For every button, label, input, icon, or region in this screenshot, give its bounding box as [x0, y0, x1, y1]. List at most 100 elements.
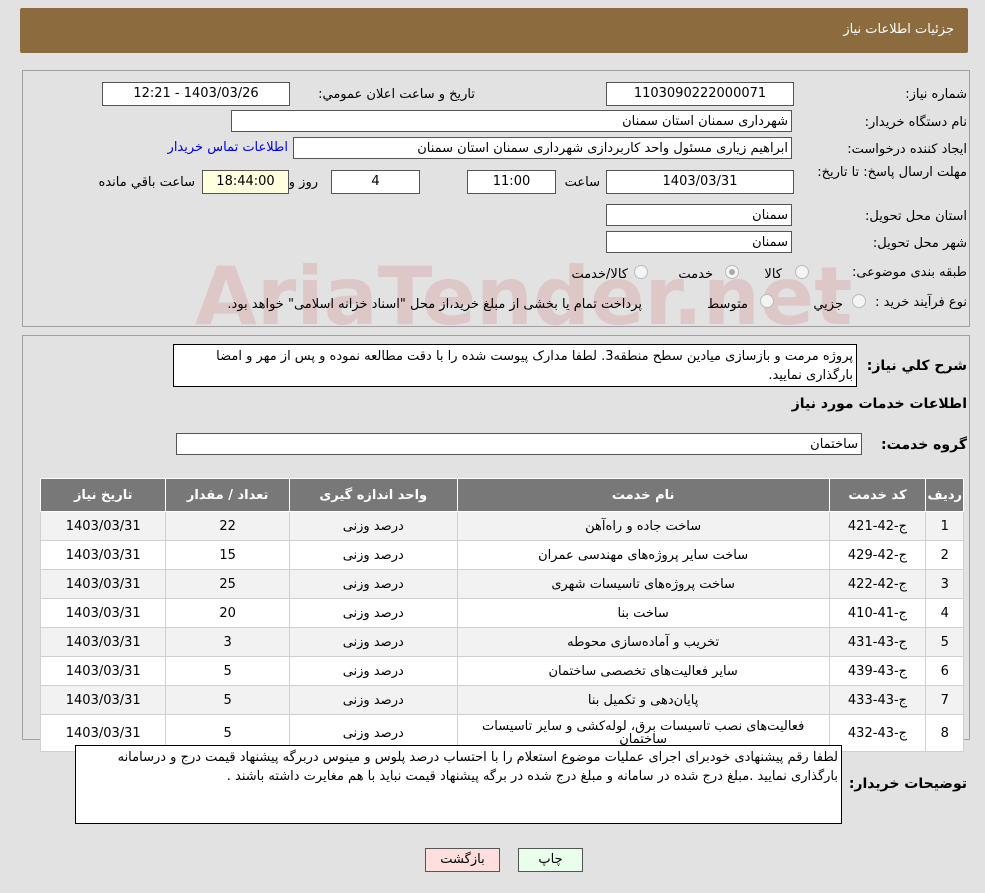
- table-row: 2 ج-42-429 ساخت سایر پروژه‌های مهندسی عمرا…: [39, 540, 964, 570]
- table-cell: 1403/03/31: [39, 656, 167, 686]
- table-cell: 1403/03/31: [39, 598, 167, 628]
- table-header-row: ردیف کد خدمت نام خدمت واحد اندازه گیری تعداد…: [39, 478, 964, 512]
- time-label: ساعت: [564, 175, 600, 190]
- page-header: جزئیات اطلاعات نیاز: [20, 8, 968, 53]
- province-label: استان محل تحویل:: [865, 209, 967, 224]
- process-radio-minor[interactable]: [852, 294, 866, 308]
- process-note: پرداخت تمام یا بخشی از مبلغ خرید،از محل …: [227, 297, 642, 312]
- table-cell: 1403/03/31: [39, 627, 167, 657]
- table-cell: 1403/03/31: [39, 511, 167, 541]
- days-label: روز و: [288, 175, 318, 190]
- table-cell: 1403/03/31: [39, 685, 167, 715]
- category-option-goods-service: کالا/خدمت: [571, 267, 628, 282]
- category-option-service: خدمت: [678, 267, 713, 282]
- table-cell: درصد وزنی: [288, 569, 458, 599]
- table-cell: سایر فعالیت‌های تخصصی ساختمان: [456, 656, 830, 686]
- table-cell: ج-42-422: [828, 569, 927, 599]
- category-radio-goods-service[interactable]: [634, 265, 648, 279]
- table-cell: ساخت جاده و راه‌آهن: [456, 511, 830, 541]
- table-cell: 5: [165, 656, 290, 686]
- buyer-notes-textarea[interactable]: لطفا رقم پیشنهادی خودبرای اجرای عملیات م…: [75, 745, 842, 824]
- column-header: واحد اندازه گیری: [288, 478, 458, 512]
- need-number-label: شماره نیاز:: [905, 87, 967, 102]
- table-row: 3 ج-42-422 ساخت پروژه‌های تاسیسات شهری درصد…: [39, 569, 964, 599]
- column-header: نام خدمت: [456, 478, 830, 512]
- description-label: شرح کلي نیاز:: [866, 358, 967, 374]
- table-cell: ج-43-431: [828, 627, 927, 657]
- table-row: 1 ج-42-421 ساخت جاده و راه‌آهن درصد وزنی 22 1…: [39, 511, 964, 541]
- table-cell: 1403/03/31: [39, 540, 167, 570]
- announce-label: تاریخ و ساعت اعلان عمومي:: [318, 87, 475, 102]
- need-number-field: 1103090222000071: [606, 82, 794, 106]
- table-cell: 20: [165, 598, 290, 628]
- process-radio-medium[interactable]: [760, 294, 774, 308]
- table-cell: 22: [165, 511, 290, 541]
- days-field: 4: [331, 170, 420, 194]
- process-option-medium: متوسط: [707, 297, 748, 312]
- page-title: جزئیات اطلاعات نیاز: [843, 22, 954, 37]
- column-header: کد خدمت: [828, 478, 927, 512]
- table-cell: 1: [925, 511, 964, 541]
- table-cell: 15: [165, 540, 290, 570]
- table-cell: 4: [925, 598, 964, 628]
- table-cell: ج-43-439: [828, 656, 927, 686]
- buyer-contact-link[interactable]: اطلاعات تماس خریدار: [168, 140, 288, 155]
- remaining-time-field: 18:44:00: [202, 170, 289, 194]
- creator-label: ایجاد کننده درخواست:: [847, 142, 967, 157]
- service-group-field: ساختمان: [176, 433, 862, 455]
- creator-field: ابراهیم زیاری مسئول واحد کاربردازی شهردا…: [293, 137, 792, 159]
- table-cell: درصد وزنی: [288, 656, 458, 686]
- remaining-label: ساعت باقي مانده: [98, 175, 195, 190]
- table-row: 6 ج-43-439 سایر فعالیت‌های تخصصی ساختمان در…: [39, 656, 964, 686]
- table-cell: 6: [925, 656, 964, 686]
- buyer-org-label: نام دستگاه خریدار:: [864, 115, 967, 130]
- table-row: 7 ج-43-433 پایان‌دهی و تکمیل بنا درصد وزنی 5…: [39, 685, 964, 715]
- table-cell: درصد وزنی: [288, 511, 458, 541]
- table-cell: 3: [925, 569, 964, 599]
- table-cell: ساخت بنا: [456, 598, 830, 628]
- table-cell: ج-42-429: [828, 540, 927, 570]
- table-cell: 5: [165, 685, 290, 715]
- category-radio-service[interactable]: [725, 265, 739, 279]
- deadline-date-field: 1403/03/31: [606, 170, 794, 194]
- process-label: نوع فرآیند خرید :: [875, 295, 967, 310]
- table-cell: 1403/03/31: [39, 569, 167, 599]
- print-button[interactable]: چاپ: [518, 848, 583, 872]
- table-cell: تخریب و آماده‌سازی محوطه: [456, 627, 830, 657]
- services-table: ردیف کد خدمت نام خدمت واحد اندازه گیری تعداد…: [39, 478, 964, 752]
- deadline-label: مهلت ارسال پاسخ: تا تاریخ:: [817, 165, 967, 180]
- table-cell: درصد وزنی: [288, 598, 458, 628]
- province-field: سمنان: [606, 204, 792, 226]
- process-option-minor: جزيي: [813, 297, 843, 312]
- table-cell: ساخت سایر پروژه‌های مهندسی عمران: [456, 540, 830, 570]
- table-cell: 3: [165, 627, 290, 657]
- category-label: طبقه بندی موضوعی:: [851, 265, 967, 280]
- table-row: 5 ج-43-431 تخریب و آماده‌سازی محوطه درصد وز…: [39, 627, 964, 657]
- service-group-label: گروه خدمت:: [881, 437, 967, 453]
- table-cell: درصد وزنی: [288, 540, 458, 570]
- table-cell: 8: [925, 714, 964, 752]
- table-cell: ج-41-410: [828, 598, 927, 628]
- services-title: اطلاعات خدمات مورد نیاز: [791, 396, 967, 412]
- table-cell: ج-42-421: [828, 511, 927, 541]
- table-cell: ساخت پروژه‌های تاسیسات شهری: [456, 569, 830, 599]
- category-radio-goods[interactable]: [795, 265, 809, 279]
- deadline-time-field: 11:00: [467, 170, 556, 194]
- table-cell: ج-43-432: [828, 714, 927, 752]
- city-field: سمنان: [606, 231, 792, 253]
- column-header: تاریخ نیاز: [39, 478, 167, 512]
- table-row: 4 ج-41-410 ساخت بنا درصد وزنی 20 1403/03/31: [39, 598, 964, 628]
- category-option-goods: کالا: [764, 267, 782, 282]
- column-header: تعداد / مقدار: [165, 478, 290, 512]
- table-cell: 7: [925, 685, 964, 715]
- description-textarea[interactable]: پروژه مرمت و بازسازی میادین سطح منطقه3. …: [173, 344, 857, 387]
- buyer-org-field: شهرداری سمنان استان سمنان: [231, 110, 792, 132]
- table-cell: درصد وزنی: [288, 685, 458, 715]
- back-button[interactable]: بازگشت: [425, 848, 500, 872]
- city-label: شهر محل تحویل:: [872, 236, 967, 251]
- table-cell: 2: [925, 540, 964, 570]
- buyer-notes-label: توضیحات خریدار:: [848, 776, 967, 792]
- table-cell: ج-43-433: [828, 685, 927, 715]
- column-header: ردیف: [925, 478, 964, 512]
- table-cell: درصد وزنی: [288, 627, 458, 657]
